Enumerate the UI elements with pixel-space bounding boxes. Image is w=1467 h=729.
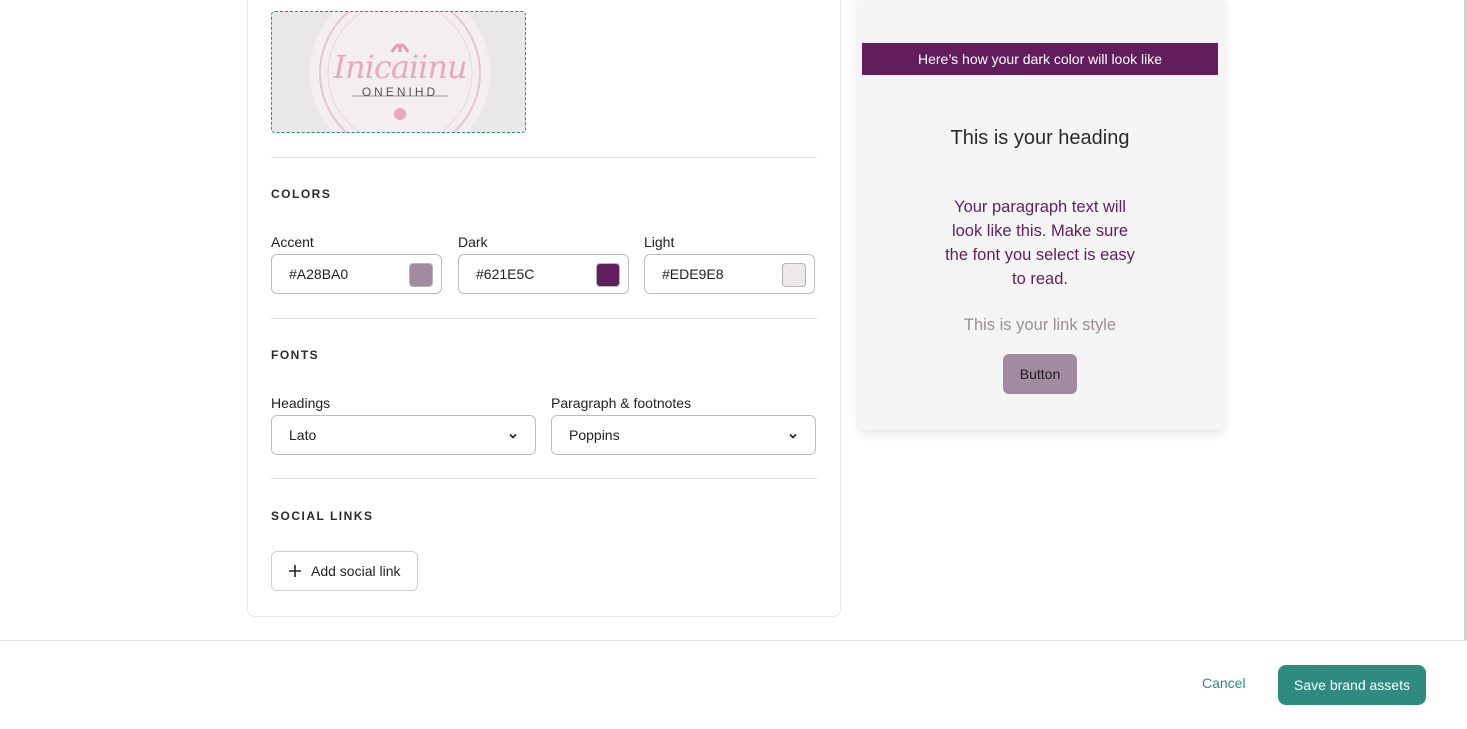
paragraph-label: Paragraph & footnotes — [551, 395, 692, 411]
preview-link[interactable]: This is your link style — [862, 316, 1218, 335]
paragraph-font-value: Poppins — [569, 427, 620, 443]
plus-icon — [289, 565, 301, 577]
light-label: Light — [644, 234, 675, 250]
footer-divider — [0, 640, 1467, 641]
preview-button[interactable]: Button — [1003, 354, 1077, 394]
social-links-section-title: SOCIAL LINKS — [271, 509, 374, 523]
dark-label: Dark — [458, 234, 488, 250]
light-color-field[interactable]: #EDE9E8 — [644, 254, 815, 294]
light-swatch[interactable] — [782, 263, 806, 287]
light-color-value: #EDE9E8 — [662, 266, 724, 282]
divider — [271, 318, 817, 319]
divider — [271, 157, 817, 158]
add-social-link-label: Add social link — [311, 563, 401, 579]
preview-dark-banner: Here’s how your dark color will look lik… — [862, 43, 1218, 75]
headings-font-select[interactable]: Lato — [271, 415, 536, 455]
add-social-link-button[interactable]: Add social link — [271, 551, 418, 591]
dark-swatch[interactable] — [596, 263, 620, 287]
chevron-down-icon — [509, 433, 517, 439]
logo-sub-text: ONENIHD — [361, 85, 439, 99]
dark-color-value: #621E5C — [476, 266, 535, 282]
save-brand-assets-button[interactable]: Save brand assets — [1278, 665, 1426, 705]
logo-script-text: Inicaiinu — [333, 48, 467, 86]
logo-upload-area[interactable]: Inicaiinu ONENIHD — [271, 11, 526, 133]
accent-label: Accent — [271, 234, 314, 250]
accent-swatch[interactable] — [409, 263, 433, 287]
preview-heading: This is your heading — [950, 127, 1130, 149]
dark-color-field[interactable]: #621E5C — [458, 254, 629, 294]
cancel-button[interactable]: Cancel — [1202, 675, 1246, 691]
fonts-section-title: FONTS — [271, 348, 320, 362]
preview-paragraph: Your paragraph text will look like this.… — [945, 198, 1135, 288]
headings-label: Headings — [271, 395, 331, 411]
chevron-down-icon — [789, 433, 797, 439]
accent-color-value: #A28BA0 — [289, 266, 349, 282]
colors-section-title: COLORS — [271, 187, 332, 201]
accent-color-field[interactable]: #A28BA0 — [271, 254, 442, 294]
divider — [271, 478, 817, 479]
paragraph-font-select[interactable]: Poppins — [551, 415, 816, 455]
headings-font-value: Lato — [289, 427, 317, 443]
